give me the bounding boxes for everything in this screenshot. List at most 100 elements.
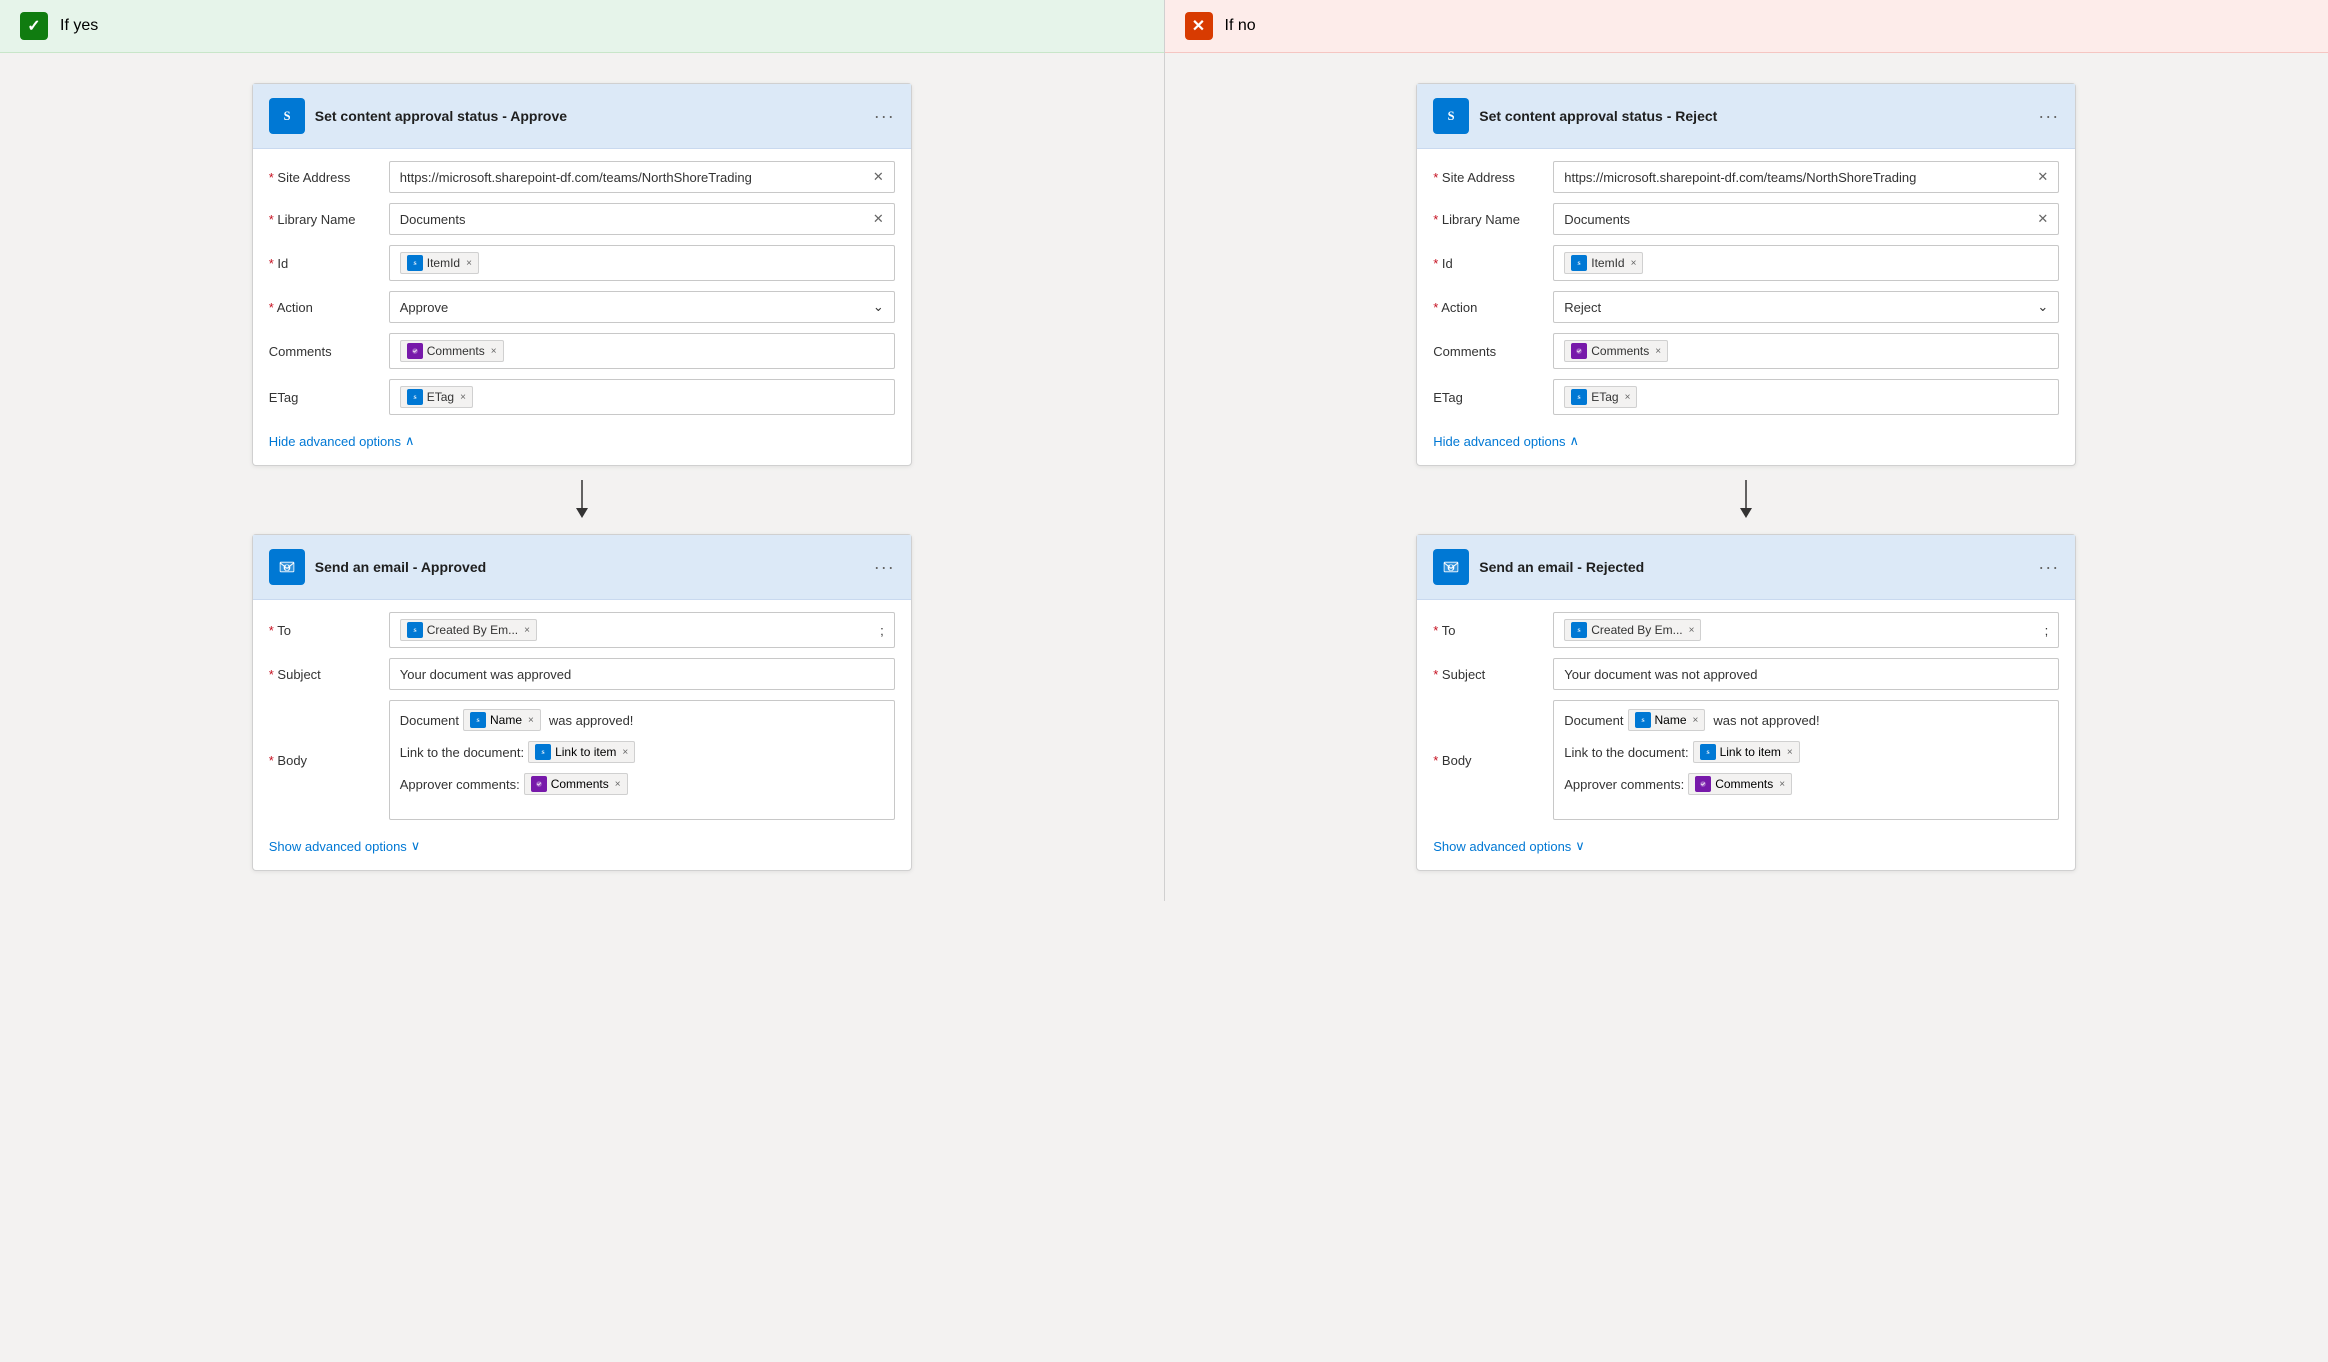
clear-button[interactable]: ✕ — [2037, 211, 2048, 227]
token-label: Link to item — [555, 745, 616, 759]
token-close[interactable]: × — [524, 625, 530, 636]
card-menu-button[interactable]: ··· — [2038, 557, 2059, 578]
branch-content-yes: S Set content approval status - Approve … — [0, 53, 1164, 901]
sp-token-icon: S — [407, 622, 423, 638]
card-approve-card: S Set content approval status - Approve … — [252, 83, 912, 466]
clear-button[interactable]: ✕ — [2037, 169, 2048, 185]
svg-text:S: S — [1641, 718, 1644, 724]
token: S Created By Em... × — [1564, 619, 1701, 641]
approval-token-icon — [531, 776, 547, 792]
advanced-options-link[interactable]: Show advanced options ∨ — [269, 830, 421, 858]
body-field[interactable]: Document S Name × was approved! Link to t… — [389, 700, 895, 820]
field-label: Subject — [1433, 667, 1543, 682]
token-close[interactable]: × — [1787, 747, 1793, 758]
body-line: Document S Name × was approved! — [400, 709, 884, 731]
field-input[interactable]: Your document was approved — [389, 658, 895, 690]
body-text: Approver comments: — [1564, 777, 1684, 792]
branch-header-no: ✕ If no — [1165, 0, 2328, 53]
token-close[interactable]: × — [1779, 779, 1785, 790]
field-label: Subject — [269, 667, 379, 682]
field-input[interactable]: Comments × — [1553, 333, 2059, 369]
field-dropdown[interactable]: Approve ⌄ — [389, 291, 895, 323]
clear-button[interactable]: ✕ — [873, 169, 884, 185]
token: S ItemId × — [1564, 252, 1643, 274]
advanced-options-label: Show advanced options — [269, 839, 407, 854]
field-input[interactable]: Your document was not approved — [1553, 658, 2059, 690]
svg-text:S: S — [542, 750, 545, 756]
card-menu-button[interactable]: ··· — [2038, 106, 2059, 127]
token-close[interactable]: × — [1655, 346, 1661, 357]
branch-header-yes: ✓ If yes — [0, 0, 1164, 53]
token: Comments × — [400, 340, 504, 362]
chevron-down-icon: ⌄ — [2037, 299, 2048, 315]
card-menu-button[interactable]: ··· — [874, 557, 895, 578]
field-input[interactable]: https://microsoft.sharepoint-df.com/team… — [389, 161, 895, 193]
token-close[interactable]: × — [622, 747, 628, 758]
field-input[interactable]: S ETag × — [1553, 379, 2059, 415]
card-title: Send an email - Rejected — [1479, 559, 2028, 575]
branch-icon-yes: ✓ — [20, 12, 48, 40]
token-close[interactable]: × — [460, 392, 466, 403]
card-email-rejected-card: O Send an email - Rejected ··· To S Crea… — [1416, 534, 2076, 871]
sharepoint-icon: S — [269, 98, 305, 134]
field-input[interactable]: S ItemId × — [1553, 245, 2059, 281]
field-input[interactable]: S ETag × — [389, 379, 895, 415]
connector-arrow — [570, 466, 594, 534]
field-input[interactable]: Documents ✕ — [1553, 203, 2059, 235]
field-row: Id S ItemId × — [269, 245, 895, 281]
token-close[interactable]: × — [1689, 625, 1695, 636]
body-text: Document — [400, 713, 459, 728]
token-close[interactable]: × — [491, 346, 497, 357]
field-input[interactable]: S Created By Em... × ; — [389, 612, 895, 648]
sp-token-icon: S — [470, 712, 486, 728]
field-input[interactable]: S Created By Em... × ; — [1553, 612, 2059, 648]
field-row: To S Created By Em... × ; — [269, 612, 895, 648]
sharepoint-icon: S — [1433, 98, 1469, 134]
card-menu-button[interactable]: ··· — [874, 106, 895, 127]
field-row: Action Reject ⌄ — [1433, 291, 2059, 323]
card-body: Site Address https://microsoft.sharepoin… — [253, 149, 911, 465]
token-close[interactable]: × — [1631, 258, 1637, 269]
body-text: was approved! — [549, 713, 634, 728]
field-label: Library Name — [1433, 212, 1543, 227]
token-close[interactable]: × — [466, 258, 472, 269]
branch-label-yes: If yes — [60, 17, 98, 35]
field-row: Library Name Documents ✕ — [269, 203, 895, 235]
token-close[interactable]: × — [1625, 392, 1631, 403]
field-row: Comments Comments × — [269, 333, 895, 369]
sp-token-icon: S — [1571, 622, 1587, 638]
card-body: To S Created By Em... × ; Subject Your d… — [253, 600, 911, 870]
field-input[interactable]: Comments × — [389, 333, 895, 369]
field-label: Action — [1433, 300, 1543, 315]
field-input[interactable]: Documents ✕ — [389, 203, 895, 235]
body-field[interactable]: Document S Name × was not approved!Link … — [1553, 700, 2059, 820]
card-title: Set content approval status - Reject — [1479, 108, 2028, 124]
semicolon: ; — [2045, 623, 2049, 638]
field-label: Comments — [1433, 344, 1543, 359]
token-close[interactable]: × — [615, 779, 621, 790]
branch-yes: ✓ If yes S Set content approval status -… — [0, 0, 1164, 901]
card-body: To S Created By Em... × ; Subject Your d… — [1417, 600, 2075, 870]
svg-text:S: S — [413, 628, 416, 634]
token: S Name × — [463, 709, 541, 731]
svg-text:S: S — [413, 395, 416, 401]
svg-text:S: S — [413, 261, 416, 267]
clear-button[interactable]: ✕ — [873, 211, 884, 227]
field-input[interactable]: https://microsoft.sharepoint-df.com/team… — [1553, 161, 2059, 193]
sp-token-icon: S — [407, 389, 423, 405]
card-header: S Set content approval status - Approve … — [253, 84, 911, 149]
field-row: Library Name Documents ✕ — [1433, 203, 2059, 235]
field-row: ETag S ETag × — [1433, 379, 2059, 415]
body-line: Link to the document: S Link to item × — [400, 741, 884, 763]
token-close[interactable]: × — [1693, 715, 1699, 726]
advanced-options-link[interactable]: Hide advanced options ∧ — [1433, 425, 1579, 453]
field-input[interactable]: S ItemId × — [389, 245, 895, 281]
field-value: https://microsoft.sharepoint-df.com/team… — [1564, 170, 1916, 185]
dropdown-value: Approve — [400, 300, 448, 315]
field-label: Site Address — [269, 170, 379, 185]
token-close[interactable]: × — [528, 715, 534, 726]
advanced-options-link[interactable]: Show advanced options ∨ — [1433, 830, 1585, 858]
field-label: Id — [1433, 256, 1543, 271]
advanced-options-link[interactable]: Hide advanced options ∧ — [269, 425, 415, 453]
field-dropdown[interactable]: Reject ⌄ — [1553, 291, 2059, 323]
